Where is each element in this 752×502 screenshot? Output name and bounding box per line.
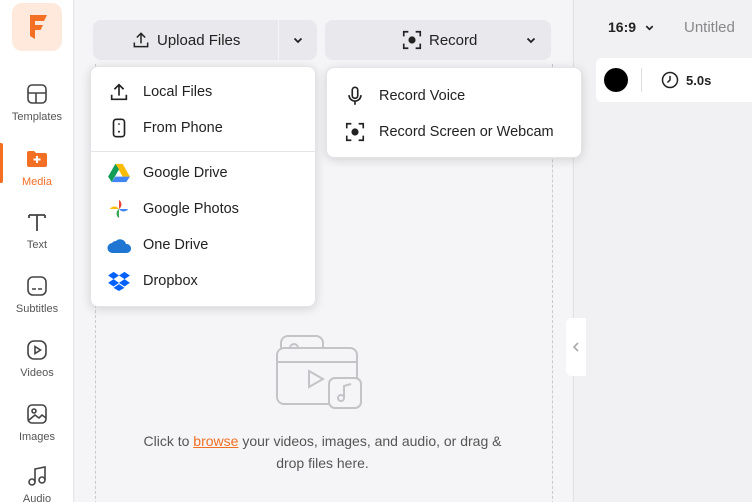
media-folder-icon bbox=[27, 151, 47, 167]
rail-item-text[interactable]: Text bbox=[0, 206, 74, 262]
menu-item-one-drive[interactable]: One Drive bbox=[91, 228, 315, 262]
rail-label: Audio bbox=[22, 493, 52, 502]
videos-icon bbox=[27, 340, 47, 360]
collapse-panel-button[interactable] bbox=[566, 318, 586, 376]
rail-label: Images bbox=[18, 431, 56, 443]
media-placeholder-icon bbox=[276, 335, 362, 409]
project-title[interactable]: Untitled bbox=[684, 19, 735, 36]
menu-item-record-screen[interactable]: Record Screen or Webcam bbox=[327, 115, 581, 149]
menu-item-label: Record Screen or Webcam bbox=[379, 124, 554, 140]
text-icon bbox=[28, 214, 46, 231]
duration-value: 5.0s bbox=[686, 72, 712, 88]
drop-suffix: your videos, images, and audio, or drag … bbox=[238, 433, 502, 471]
scene-duration-bar: 5.0s bbox=[596, 58, 752, 102]
rail-item-media[interactable]: Media bbox=[0, 143, 74, 199]
chevron-down-icon bbox=[645, 25, 654, 31]
menu-item-dropbox[interactable]: Dropbox bbox=[91, 264, 315, 298]
menu-item-from-phone[interactable]: From Phone bbox=[91, 111, 315, 145]
rail-item-templates[interactable]: Templates bbox=[0, 78, 74, 134]
upload-menu: Local Files From Phone Google Drive Goog… bbox=[90, 66, 316, 307]
subtitles-icon bbox=[27, 276, 47, 296]
google-photos-icon bbox=[109, 199, 129, 219]
duration-control[interactable]: 5.0s bbox=[660, 70, 711, 90]
menu-item-label: Record Voice bbox=[379, 88, 466, 104]
record-icon bbox=[402, 30, 422, 50]
menu-item-record-voice[interactable]: Record Voice bbox=[327, 79, 581, 113]
audio-icon bbox=[28, 466, 46, 486]
chevron-left-icon bbox=[572, 342, 579, 352]
menu-item-google-drive[interactable]: Google Drive bbox=[91, 156, 315, 190]
onedrive-icon bbox=[107, 239, 131, 253]
upload-files-button[interactable]: Upload Files bbox=[93, 20, 278, 60]
menu-divider bbox=[91, 151, 315, 152]
record-label: Record bbox=[429, 31, 478, 49]
rail-item-videos[interactable]: Videos bbox=[0, 334, 74, 390]
menu-item-label: Local Files bbox=[143, 84, 213, 100]
rail-label: Videos bbox=[20, 367, 54, 379]
clock-icon bbox=[661, 71, 679, 89]
upload-dropdown-toggle[interactable] bbox=[279, 20, 317, 60]
aspect-ratio-select[interactable]: 16:9 bbox=[608, 19, 655, 35]
chevron-down-icon[interactable] bbox=[525, 34, 537, 46]
drop-prefix: Click to bbox=[143, 433, 194, 449]
chevron-down-icon bbox=[293, 37, 303, 44]
aspect-ratio-value: 16:9 bbox=[608, 19, 637, 35]
browse-link[interactable]: browse bbox=[193, 433, 238, 449]
background-color-swatch[interactable] bbox=[604, 68, 628, 92]
menu-item-label: Google Photos bbox=[143, 201, 239, 217]
dropbox-icon bbox=[108, 271, 130, 291]
google-drive-icon bbox=[108, 163, 130, 183]
rail-item-images[interactable]: Images bbox=[0, 398, 74, 454]
rail-item-subtitles[interactable]: Subtitles bbox=[0, 270, 74, 326]
menu-item-local-files[interactable]: Local Files bbox=[91, 75, 315, 109]
app-logo[interactable] bbox=[12, 3, 62, 51]
menu-item-label: From Phone bbox=[143, 120, 223, 136]
menu-item-google-photos[interactable]: Google Photos bbox=[91, 192, 315, 226]
divider bbox=[641, 68, 642, 92]
record-button[interactable]: Record bbox=[325, 20, 551, 60]
left-rail: Templates Media Text Subtitles Videos Im… bbox=[0, 0, 74, 502]
images-icon bbox=[27, 404, 47, 424]
menu-item-label: Dropbox bbox=[143, 273, 198, 289]
record-menu: Record Voice Record Screen or Webcam bbox=[326, 67, 582, 158]
rail-label: Templates bbox=[11, 111, 63, 123]
rail-item-audio[interactable]: Audio bbox=[0, 460, 74, 502]
logo-icon bbox=[30, 15, 47, 39]
rail-label: Media bbox=[22, 176, 52, 188]
menu-item-label: One Drive bbox=[143, 237, 209, 253]
right-panel: 16:9 Untitled 5.0s bbox=[573, 0, 752, 502]
upload-files-label: Upload Files bbox=[157, 31, 241, 49]
upload-icon bbox=[133, 32, 149, 48]
rail-label: Subtitles bbox=[15, 303, 59, 315]
menu-item-label: Google Drive bbox=[143, 165, 228, 181]
upload-icon bbox=[110, 83, 128, 101]
drop-zone-instructions: Click to browse your videos, images, and… bbox=[135, 430, 510, 474]
templates-icon bbox=[27, 84, 47, 104]
phone-icon bbox=[112, 118, 126, 138]
microphone-icon bbox=[348, 86, 362, 105]
rail-label: Text bbox=[26, 239, 48, 251]
screen-record-icon bbox=[345, 122, 365, 142]
